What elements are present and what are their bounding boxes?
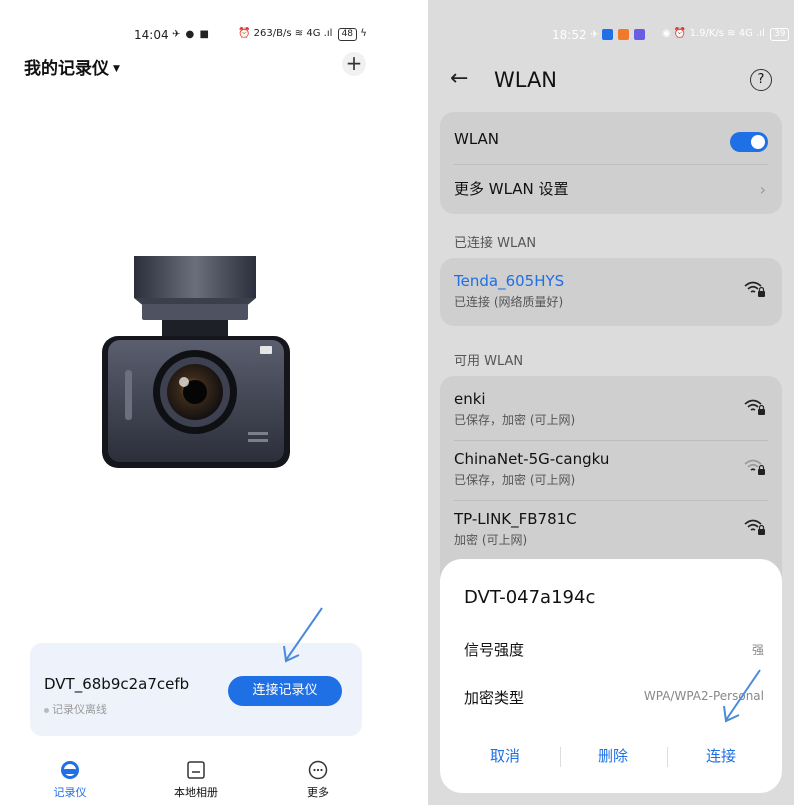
status-bar: 14:04 ✈ ● ■ ⏰ 263/B/s ≋ 4G .ıl 48 ϟ <box>0 28 386 46</box>
wifi-lock-weak-icon <box>744 459 765 475</box>
battery-icon: 48 <box>337 28 358 41</box>
recorder-icon <box>61 761 79 779</box>
chevron-right-icon: › <box>759 180 766 199</box>
status-right-icons: ◉ ⏰ 1.9/K/s ≋ 4G .ıl 39 <box>662 28 790 41</box>
more-wlan-settings-label: 更多 WLAN 设置 <box>454 180 569 198</box>
wlan-toggle-label: WLAN <box>454 130 500 148</box>
status-bar: 18:52 ✈ ◉ ⏰ 1.9/K/s ≋ 4G .ıl 39 <box>428 28 794 46</box>
wlan-status: 已保存，加密 (可上网) <box>454 473 576 487</box>
wifi-status-icon: ≋ <box>294 28 304 39</box>
charging-icon: ϟ <box>360 28 367 39</box>
wifi-lock-icon <box>744 281 765 297</box>
alarm-icon: ⏰ <box>238 28 251 39</box>
recorder-app-screen: 14:04 ✈ ● ■ ⏰ 263/B/s ≋ 4G .ıl 48 ϟ 我的记录… <box>0 0 386 805</box>
back-arrow-icon[interactable]: ← <box>450 66 468 91</box>
delete-button[interactable]: 删除 <box>558 745 668 766</box>
divider <box>454 440 768 441</box>
nav-item-recorder[interactable]: 记录仪 <box>30 760 110 800</box>
wlan-status: 已保存，加密 (可上网) <box>454 413 576 427</box>
device-status: 记录仪离线 <box>44 701 107 717</box>
status-right-icons: ⏰ 263/B/s ≋ 4G .ıl 48 ϟ <box>238 28 367 41</box>
wlan-status: 已连接 (网络质量好) <box>454 295 564 309</box>
device-name: DVT_68b9c2a7cefb <box>44 675 190 693</box>
bottom-nav: 记录仪 本地相册 更多 <box>0 760 386 805</box>
wlan-item[interactable]: enki 已保存，加密 (可上网) <box>454 390 768 434</box>
nav-item-more[interactable]: 更多 <box>278 760 358 800</box>
battery-icon: 39 <box>770 28 790 41</box>
wlan-settings-group: WLAN 更多 WLAN 设置 › <box>440 112 782 214</box>
add-device-button[interactable]: + <box>342 52 366 76</box>
plus-icon: + <box>345 51 363 75</box>
net-speed: 263/B/s <box>253 28 292 39</box>
device-selector[interactable]: 我的记录仪 ▼ <box>24 54 120 79</box>
wlan-toggle-switch[interactable] <box>730 132 768 152</box>
status-dot-icon <box>44 707 49 713</box>
divider <box>454 500 768 501</box>
album-icon <box>187 761 205 779</box>
wlan-ssid: Tenda_605HYS <box>454 272 565 290</box>
wifi-lock-icon <box>744 519 765 535</box>
status-time: 14:04 <box>134 28 169 42</box>
app-icon <box>633 29 645 40</box>
annotation-arrow-icon <box>283 607 323 663</box>
wlan-toggle-row[interactable]: WLAN <box>454 130 768 154</box>
wifi-status-icon: ≋ <box>727 28 736 39</box>
more-icon <box>308 760 328 780</box>
signal-strength-row: 信号强度 强 <box>464 639 764 660</box>
connected-wlan-group: Tenda_605HYS 已连接 (网络质量好) <box>440 258 782 326</box>
status-time: 18:52 <box>552 28 587 42</box>
annotation-arrow-icon <box>723 669 761 723</box>
notification-icons: ✈ <box>590 29 647 41</box>
wifi-lock-icon <box>744 399 765 415</box>
help-icon[interactable]: ? <box>750 69 772 91</box>
wlan-ssid: enki <box>454 390 486 408</box>
wlan-ssid: ChinaNet-5G-cangku <box>454 450 610 468</box>
caret-down-icon: ▼ <box>113 64 120 74</box>
net-speed: 1.9/K/s <box>689 28 724 39</box>
wlan-status: 加密 (可上网) <box>454 533 528 547</box>
page-title: WLAN <box>494 68 558 92</box>
connect-recorder-button[interactable]: 连接记录仪 <box>228 676 342 706</box>
signal-strength-label: 信号强度 <box>464 641 525 659</box>
wlan-ssid: TP-LINK_FB781C <box>454 510 577 528</box>
more-wlan-settings-row[interactable]: 更多 WLAN 设置 › <box>454 178 768 202</box>
dialog-actions: 取消 删除 连接 <box>440 745 782 769</box>
app-icon <box>601 29 613 40</box>
wlan-item[interactable]: ChinaNet-5G-cangku 已保存，加密 (可上网) <box>454 450 768 494</box>
encryption-type-label: 加密类型 <box>464 689 525 707</box>
alarm-icon: ⏰ <box>673 28 687 39</box>
header: ← WLAN ? <box>428 64 794 98</box>
signal-bars-icon: .ıl <box>756 28 765 39</box>
signal-label: 4G <box>306 28 321 39</box>
app-icon <box>617 29 629 40</box>
wlan-item-connected[interactable]: Tenda_605HYS 已连接 (网络质量好) <box>454 272 768 314</box>
signal-strength-value: 强 <box>751 643 764 657</box>
section-connected-wlan: 已连接 WLAN <box>454 236 537 251</box>
signal-label: 4G <box>738 28 753 39</box>
wlan-settings-screen: 18:52 ✈ ◉ ⏰ 1.9/K/s ≋ 4G .ıl 39 ← WLAN ?… <box>428 0 794 805</box>
cancel-button[interactable]: 取消 <box>450 745 560 766</box>
divider <box>454 164 768 165</box>
signal-bars-icon: .ıl <box>323 28 333 39</box>
dashcam-illustration <box>102 256 290 468</box>
notification-icons: ✈ ● ■ <box>172 29 210 40</box>
section-available-wlan: 可用 WLAN <box>454 354 524 369</box>
eye-icon: ◉ <box>662 28 671 39</box>
wlan-item[interactable]: TP-LINK_FB781C 加密 (可上网) <box>454 510 768 554</box>
dialog-title: DVT-047a194c <box>464 587 596 608</box>
connect-button[interactable]: 连接 <box>666 745 776 766</box>
nav-item-album[interactable]: 本地相册 <box>156 760 236 800</box>
page-title: 我的记录仪 <box>24 59 109 79</box>
